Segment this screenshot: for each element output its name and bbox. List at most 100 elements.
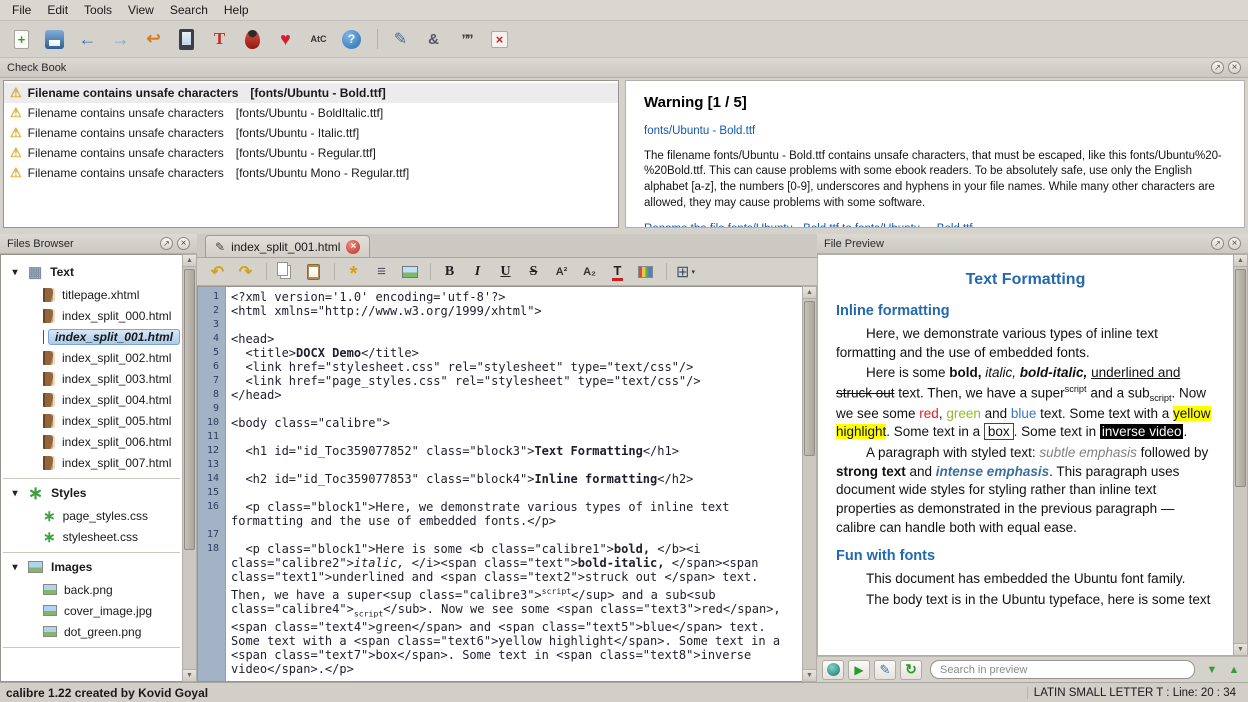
expand-arrow-icon[interactable] bbox=[10, 562, 20, 573]
undo-icon[interactable]: ↶ bbox=[205, 260, 230, 283]
rename-file-link[interactable]: Rename the file fonts/Ubuntu - Bold.ttf … bbox=[644, 222, 1226, 228]
file-item[interactable]: titlepage.xhtml bbox=[3, 284, 180, 305]
scroll-down-icon[interactable] bbox=[1234, 643, 1247, 655]
menu-item[interactable]: File bbox=[4, 1, 39, 19]
refresh-preview-icon[interactable]: ↻ bbox=[900, 660, 922, 680]
menu-item[interactable]: Help bbox=[216, 1, 257, 19]
check-book-icon[interactable] bbox=[239, 25, 266, 53]
menu-item[interactable]: Tools bbox=[76, 1, 120, 19]
file-item[interactable]: dot_green.png bbox=[3, 621, 180, 642]
warning-file-link[interactable]: fonts/Ubuntu - Bold.ttf bbox=[644, 124, 1226, 140]
file-item[interactable]: index_split_001.html bbox=[3, 326, 180, 347]
new-file-icon[interactable]: + bbox=[8, 25, 35, 53]
bold-icon[interactable]: B bbox=[437, 260, 462, 283]
menu-item[interactable]: Search bbox=[162, 1, 216, 19]
underline-icon[interactable]: U bbox=[493, 260, 518, 283]
find-next-icon[interactable]: ▼ bbox=[1203, 660, 1221, 680]
tab-index-split-001[interactable]: index_split_001.html bbox=[205, 235, 370, 257]
icon-glyph: & bbox=[428, 31, 439, 48]
files-section-text[interactable]: Text bbox=[3, 260, 180, 284]
menu-item[interactable]: Edit bbox=[39, 1, 76, 19]
files-section-images[interactable]: Images bbox=[3, 555, 180, 579]
remove-unused-icon[interactable]: × bbox=[486, 25, 513, 53]
scrollbar-thumb[interactable] bbox=[1235, 269, 1246, 487]
file-item[interactable]: page_styles.css bbox=[3, 505, 180, 526]
line-number: 8 bbox=[198, 388, 225, 402]
spell-check-icon[interactable]: AtC bbox=[305, 25, 332, 53]
edit-title-text-icon[interactable]: T bbox=[206, 25, 233, 53]
file-item[interactable]: index_split_000.html bbox=[3, 305, 180, 326]
scrollbar-thumb[interactable] bbox=[184, 269, 195, 550]
warning-icon bbox=[10, 125, 22, 141]
file-item[interactable]: index_split_007.html bbox=[3, 452, 180, 473]
paste-icon[interactable] bbox=[301, 260, 326, 283]
donate-icon[interactable]: ♥ bbox=[272, 25, 299, 53]
go-back-icon[interactable]: ← bbox=[74, 25, 101, 53]
strikethrough-icon[interactable]: S bbox=[521, 260, 546, 283]
background-color-icon[interactable] bbox=[633, 260, 658, 283]
file-item[interactable]: index_split_005.html bbox=[3, 410, 180, 431]
scroll-down-icon[interactable] bbox=[183, 669, 196, 681]
scroll-up-icon[interactable] bbox=[183, 255, 196, 267]
file-item[interactable]: back.png bbox=[3, 579, 180, 600]
expand-arrow-icon[interactable] bbox=[10, 488, 20, 499]
file-item[interactable]: index_split_003.html bbox=[3, 368, 180, 389]
close-panel-icon[interactable] bbox=[1228, 61, 1241, 74]
code-editor[interactable]: 1 <?xml version='1.0' encoding='utf-8'?>… bbox=[197, 286, 802, 682]
open-in-browser-icon[interactable]: ✎ bbox=[874, 660, 896, 680]
preview-search-input[interactable] bbox=[930, 660, 1195, 679]
file-item[interactable]: stylesheet.css bbox=[3, 526, 180, 547]
editor-scrollbar[interactable] bbox=[802, 286, 817, 682]
save-icon[interactable] bbox=[41, 25, 68, 53]
undo-checkpoint-icon[interactable]: ↩ bbox=[140, 25, 167, 53]
file-item[interactable]: cover_image.jpg bbox=[3, 600, 180, 621]
run-preview-icon[interactable]: ▶ bbox=[848, 660, 870, 680]
icon-glyph: ✎ bbox=[394, 29, 407, 49]
scroll-down-icon[interactable] bbox=[803, 669, 816, 681]
file-item[interactable]: index_split_002.html bbox=[3, 347, 180, 368]
check-issue-row[interactable]: Filename contains unsafe characters [fon… bbox=[4, 103, 618, 123]
files-scrollbar[interactable] bbox=[182, 254, 197, 682]
text-color-icon[interactable]: T bbox=[605, 260, 630, 283]
float-panel-icon[interactable] bbox=[1211, 237, 1224, 250]
scrollbar-track[interactable] bbox=[803, 299, 816, 669]
preview-scrollbar[interactable] bbox=[1233, 254, 1248, 656]
ebook-device-icon[interactable] bbox=[173, 25, 200, 53]
go-forward-icon[interactable]: → bbox=[107, 25, 134, 53]
italic-icon[interactable]: I bbox=[465, 260, 490, 283]
close-panel-icon[interactable] bbox=[177, 237, 190, 250]
smarten-punctuation-icon[interactable]: ”” bbox=[453, 25, 480, 53]
files-section-styles[interactable]: Styles bbox=[3, 481, 180, 505]
file-item[interactable]: index_split_004.html bbox=[3, 389, 180, 410]
scroll-up-icon[interactable] bbox=[1234, 255, 1247, 267]
check-issue-row[interactable]: Filename contains unsafe characters [fon… bbox=[4, 83, 618, 103]
insert-tag-icon[interactable]: * bbox=[341, 260, 366, 283]
find-previous-icon[interactable]: ▲ bbox=[1225, 660, 1243, 680]
insert-table-icon[interactable]: ⊞ bbox=[673, 260, 698, 283]
check-issue-row[interactable]: Filename contains unsafe characters [fon… bbox=[4, 163, 618, 183]
scrollbar-track[interactable] bbox=[1234, 267, 1247, 643]
float-panel-icon[interactable] bbox=[160, 237, 173, 250]
image-file-icon bbox=[43, 626, 57, 637]
scrollbar-thumb[interactable] bbox=[804, 301, 815, 456]
superscript-icon[interactable]: A² bbox=[549, 260, 574, 283]
insert-image-icon[interactable] bbox=[397, 260, 422, 283]
close-tab-icon[interactable] bbox=[346, 240, 360, 254]
scroll-up-icon[interactable] bbox=[803, 287, 816, 299]
expand-arrow-icon[interactable] bbox=[10, 267, 20, 278]
float-panel-icon[interactable] bbox=[1211, 61, 1224, 74]
beautify-file-icon[interactable]: ✎ bbox=[387, 25, 414, 53]
file-item[interactable]: index_split_006.html bbox=[3, 431, 180, 452]
menu-item[interactable]: View bbox=[120, 1, 162, 19]
check-issue-row[interactable]: Filename contains unsafe characters [fon… bbox=[4, 143, 618, 163]
copy-icon[interactable] bbox=[273, 260, 298, 283]
format-list-icon[interactable]: ≡ bbox=[369, 260, 394, 283]
help-icon[interactable]: ? bbox=[338, 25, 365, 53]
scrollbar-track[interactable] bbox=[183, 267, 196, 669]
subscript-icon[interactable]: A₂ bbox=[577, 260, 602, 283]
live-reload-icon[interactable] bbox=[822, 660, 844, 680]
insert-special-character-icon[interactable]: & bbox=[420, 25, 447, 53]
check-issue-row[interactable]: Filename contains unsafe characters [fon… bbox=[4, 123, 618, 143]
close-panel-icon[interactable] bbox=[1228, 237, 1241, 250]
redo-icon[interactable]: ↷ bbox=[233, 260, 258, 283]
